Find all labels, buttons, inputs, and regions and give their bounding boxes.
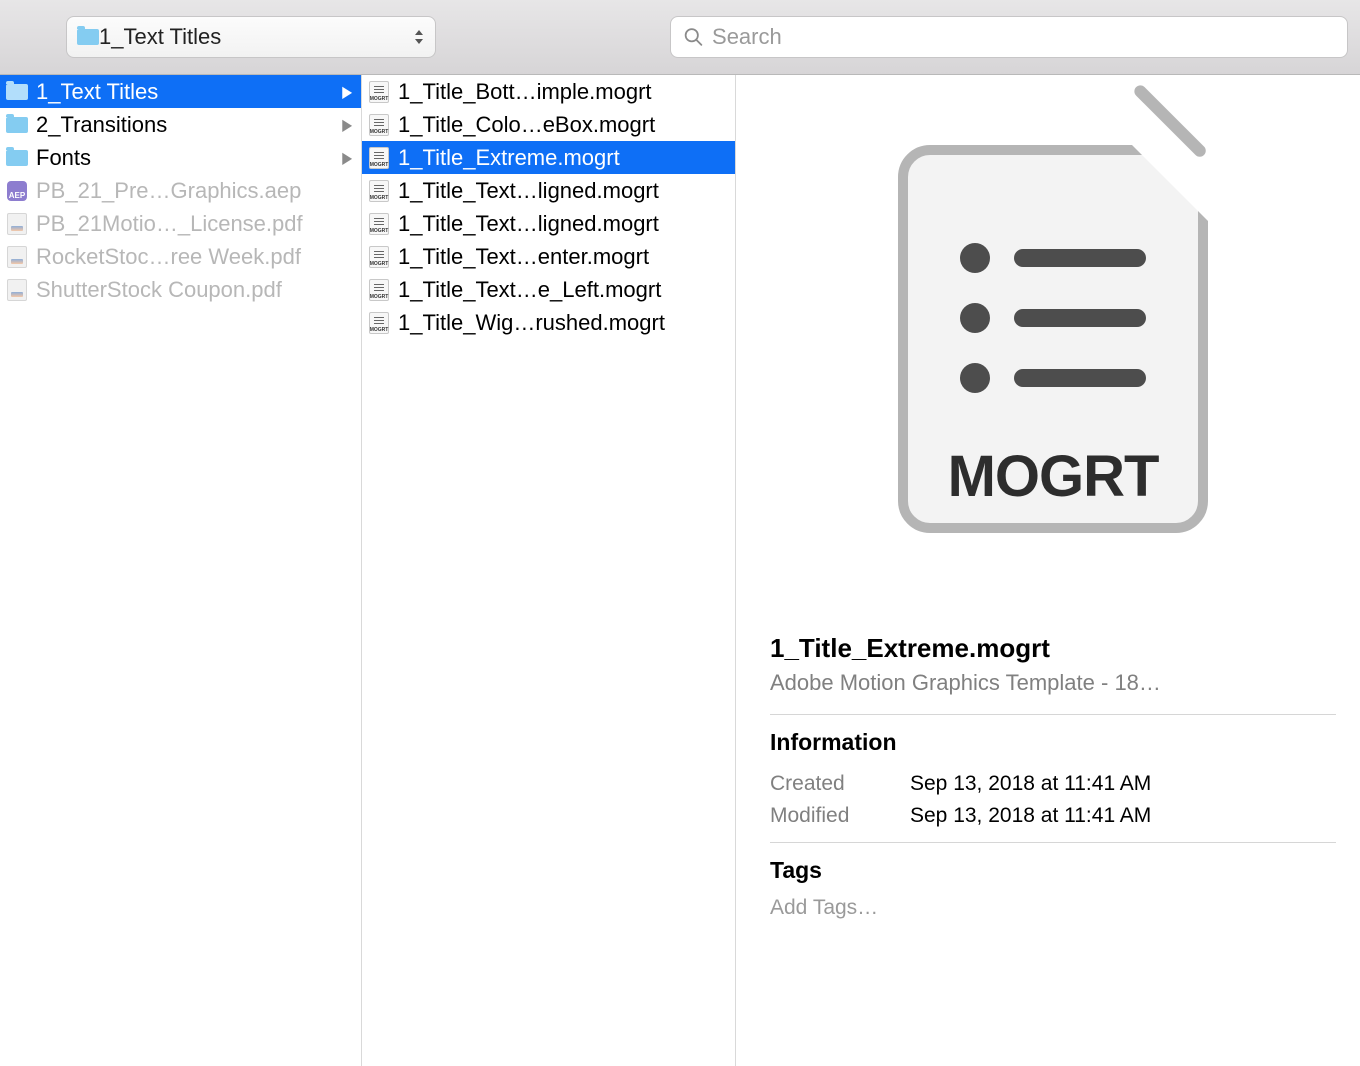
row-label: ShutterStock Coupon.pdf [36,277,353,303]
preview-title: 1_Title_Extreme.mogrt [770,633,1336,664]
divider [770,842,1336,843]
file-type-big-icon: MOGRT [898,145,1208,533]
col2-row[interactable]: MOGRT 1_Title_Text…ligned.mogrt [362,174,735,207]
search-box[interactable] [670,16,1348,58]
path-label: 1_Text Titles [99,24,413,50]
row-label: 1_Title_Extreme.mogrt [398,145,727,171]
row-label: 1_Title_Bott…imple.mogrt [398,79,727,105]
path-dropdown[interactable]: 1_Text Titles [66,16,436,58]
modified-value: Sep 13, 2018 at 11:41 AM [910,804,1336,828]
created-value: Sep 13, 2018 at 11:41 AM [910,772,1336,796]
mogrt-file-icon: MOGRT [368,215,390,233]
preview-icon-wrap: MOGRT [766,85,1340,633]
search-icon [683,26,704,48]
row-label: Fonts [36,145,333,171]
info-row-created: Created Sep 13, 2018 at 11:41 AM [770,768,1336,800]
preview-pane: MOGRT 1_Title_Extreme.mogrt Adobe Motion… [736,75,1360,1066]
chevron-right-icon: ▶ [342,82,352,102]
row-label: 2_Transitions [36,112,333,138]
chevron-right-icon: ▶ [342,115,352,135]
created-label: Created [770,772,910,796]
row-label: 1_Text Titles [36,79,333,105]
mogrt-file-icon: MOGRT [368,116,390,134]
folder-icon [6,149,28,167]
tags-heading: Tags [770,857,1336,884]
col1-row[interactable]: 2_Transitions ▶ [0,108,361,141]
updown-icon [413,28,425,46]
pdf-file-icon [6,215,28,233]
col2-row[interactable]: MOGRT 1_Title_Text…ligned.mogrt [362,207,735,240]
folder-icon [6,116,28,134]
mogrt-file-icon: MOGRT [368,149,390,167]
toolbar: 1_Text Titles [0,0,1360,75]
big-icon-label: MOGRT [948,443,1159,510]
column-1[interactable]: 1_Text Titles ▶ 2_Transitions ▶ Fonts ▶ AEP PB_… [0,75,362,1066]
folder-icon [77,28,99,46]
row-label: 1_Title_Colo…eBox.mogrt [398,112,727,138]
col2-row[interactable]: MOGRT 1_Title_Bott…imple.mogrt [362,75,735,108]
row-label: 1_Title_Wig…rushed.mogrt [398,310,727,336]
mogrt-file-icon: MOGRT [368,281,390,299]
modified-label: Modified [770,804,910,828]
info-row-modified: Modified Sep 13, 2018 at 11:41 AM [770,800,1336,832]
col1-row[interactable]: AEP PB_21_Pre…Graphics.aep [0,174,361,207]
row-label: 1_Title_Text…enter.mogrt [398,244,727,270]
col1-row[interactable]: Fonts ▶ [0,141,361,174]
mogrt-file-icon: MOGRT [368,83,390,101]
col1-row[interactable]: 1_Text Titles ▶ [0,75,361,108]
row-label: 1_Title_Text…e_Left.mogrt [398,277,727,303]
pdf-file-icon [6,248,28,266]
column-2[interactable]: MOGRT 1_Title_Bott…imple.mogrt MOGRT 1_Titl… [362,75,736,1066]
col2-row[interactable]: MOGRT 1_Title_Extreme.mogrt [362,141,735,174]
row-label: RocketStoc…ree Week.pdf [36,244,353,270]
mogrt-file-icon: MOGRT [368,182,390,200]
chevron-right-icon: ▶ [342,148,352,168]
col1-row[interactable]: RocketStoc…ree Week.pdf [0,240,361,273]
row-label: PB_21Motio…_License.pdf [36,211,353,237]
col1-row[interactable]: PB_21Motio…_License.pdf [0,207,361,240]
search-input[interactable] [712,24,1335,50]
info-heading: Information [770,729,1336,756]
preview-subtitle: Adobe Motion Graphics Template - 18… [770,670,1336,696]
mogrt-file-icon: MOGRT [368,248,390,266]
column-view: 1_Text Titles ▶ 2_Transitions ▶ Fonts ▶ AEP PB_… [0,75,1360,1066]
mogrt-file-icon: MOGRT [368,314,390,332]
col2-row[interactable]: MOGRT 1_Title_Text…enter.mogrt [362,240,735,273]
folder-icon [6,83,28,101]
divider [770,714,1336,715]
pdf-file-icon [6,281,28,299]
row-label: PB_21_Pre…Graphics.aep [36,178,353,204]
col2-row[interactable]: MOGRT 1_Title_Text…e_Left.mogrt [362,273,735,306]
col2-row[interactable]: MOGRT 1_Title_Colo…eBox.mogrt [362,108,735,141]
row-label: 1_Title_Text…ligned.mogrt [398,211,727,237]
aep-file-icon: AEP [6,182,28,200]
tags-field[interactable]: Add Tags… [770,896,1336,920]
row-label: 1_Title_Text…ligned.mogrt [398,178,727,204]
col2-row[interactable]: MOGRT 1_Title_Wig…rushed.mogrt [362,306,735,339]
col1-row[interactable]: ShutterStock Coupon.pdf [0,273,361,306]
